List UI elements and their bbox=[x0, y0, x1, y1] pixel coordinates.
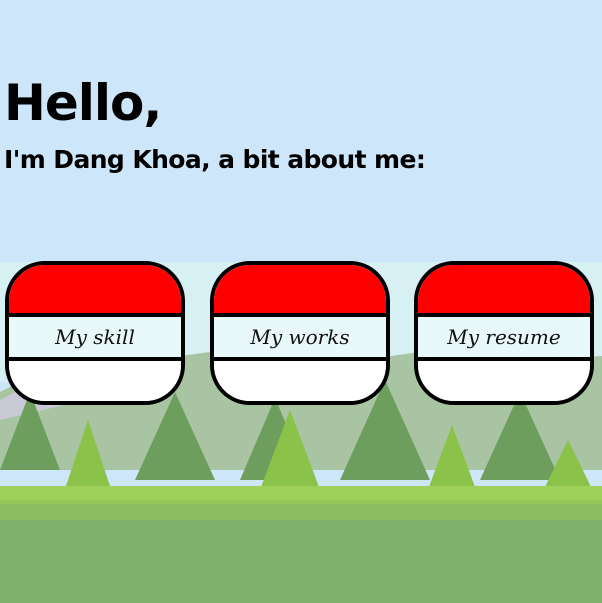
ball-top bbox=[214, 265, 386, 317]
ball-bottom bbox=[9, 361, 181, 401]
page-title: Hello, bbox=[4, 74, 162, 132]
my-resume-label: My resume bbox=[447, 325, 561, 349]
my-skill-label: My skill bbox=[55, 325, 135, 349]
ball-top bbox=[418, 265, 590, 317]
ball-top bbox=[9, 265, 181, 317]
ball-band: My skill bbox=[9, 317, 181, 361]
my-works-label: My works bbox=[250, 325, 350, 349]
my-skill-button[interactable]: My skill bbox=[5, 261, 185, 405]
ball-bottom bbox=[214, 361, 386, 401]
my-resume-button[interactable]: My resume bbox=[414, 261, 594, 405]
my-works-button[interactable]: My works bbox=[210, 261, 390, 405]
ball-bottom bbox=[418, 361, 590, 401]
page-subtitle: I'm Dang Khoa, a bit about me: bbox=[4, 145, 426, 174]
ball-band: My works bbox=[214, 317, 386, 361]
ball-band: My resume bbox=[418, 317, 590, 361]
